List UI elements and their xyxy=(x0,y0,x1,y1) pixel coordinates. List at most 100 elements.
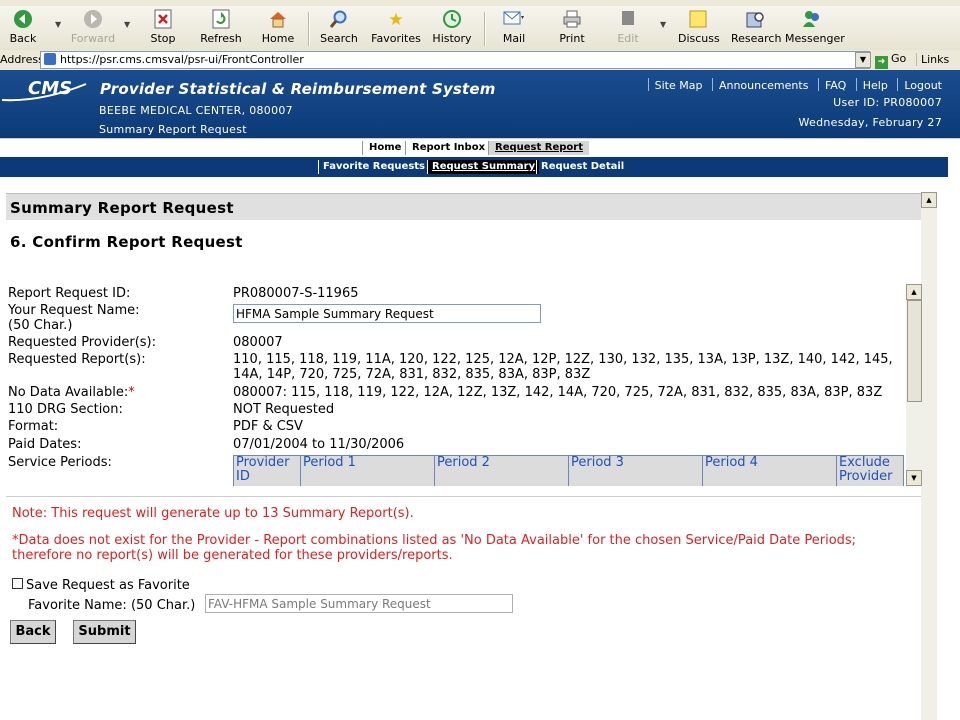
toolbar-separator xyxy=(484,12,486,46)
nav-favorite-requests[interactable]: Favorite Requests xyxy=(318,160,429,174)
chevron-down-icon[interactable]: ▼ xyxy=(660,20,666,29)
format-label: Format: xyxy=(8,419,59,434)
stop-icon xyxy=(152,9,174,31)
required-marker: * xyxy=(128,385,135,400)
save-favorite-label: Save Request as Favorite xyxy=(26,578,190,593)
save-favorite-checkbox[interactable]: Save Request as Favorite xyxy=(12,578,190,593)
scroll-up-button[interactable]: ▲ xyxy=(921,192,937,208)
nav-home[interactable]: Home xyxy=(362,141,407,155)
back-arrow-icon xyxy=(12,9,34,31)
go-label: Go xyxy=(891,52,907,65)
panel-scrollbar[interactable]: ▲ ▼ xyxy=(906,284,922,486)
toolbar-label: Favorites xyxy=(371,32,421,45)
col-period-4: Period 4 xyxy=(702,455,837,486)
col-period-2: Period 2 xyxy=(434,455,569,486)
toolbar-label: Research xyxy=(731,32,782,45)
research-button[interactable]: Research xyxy=(731,6,781,50)
service-periods-label: Service Periods: xyxy=(8,455,112,470)
home-button[interactable]: Home xyxy=(258,6,298,50)
request-name-input[interactable] xyxy=(233,304,541,323)
page-subtitle: Summary Report Request xyxy=(99,123,247,136)
messenger-icon xyxy=(801,9,823,31)
checkbox-box[interactable] xyxy=(12,578,23,589)
refresh-button[interactable]: Refresh xyxy=(198,6,244,50)
search-button[interactable]: Search xyxy=(318,6,360,50)
providers-label: Requested Provider(s): xyxy=(8,335,157,350)
toolbar-label: Stop xyxy=(150,32,176,45)
request-id-value: PR080007-S-11965 xyxy=(233,286,359,301)
no-data-note: *Data does not exist for the Provider - … xyxy=(12,533,912,563)
col-period-3: Period 3 xyxy=(568,455,703,486)
request-summary-panel[interactable]: Report Request ID: PR080007-S-11965 Your… xyxy=(6,284,906,486)
favorites-button[interactable]: ★ Favorites xyxy=(370,6,422,50)
forward-button[interactable]: Forward xyxy=(68,6,118,50)
url-input[interactable]: https://psr.cms.cmsval/psr-ui/FrontContr… xyxy=(40,51,870,69)
nav-report-inbox[interactable]: Report Inbox xyxy=(405,141,491,155)
faq-link[interactable]: FAQ xyxy=(825,79,846,92)
help-link[interactable]: Help xyxy=(863,79,888,92)
favorite-name-label: Favorite Name: (50 Char.) xyxy=(28,598,196,613)
divider xyxy=(6,496,921,497)
printer-icon xyxy=(561,9,583,31)
request-name-hint: (50 Char.) xyxy=(8,318,73,333)
logo-text: CMS xyxy=(28,78,72,99)
step-title: 6. Confirm Report Request xyxy=(10,233,243,251)
messenger-button[interactable]: Messenger xyxy=(785,6,845,50)
nav-request-report[interactable]: Request Report xyxy=(488,141,589,155)
scroll-up-button[interactable]: ▲ xyxy=(906,284,922,300)
toolbar-label: Back xyxy=(9,32,37,45)
forward-arrow-icon xyxy=(82,9,104,31)
no-data-label: No Data Available:* xyxy=(8,385,135,400)
browser-toolbar: Back ▼ Forward ▼ Stop Refresh Home Searc… xyxy=(0,6,960,51)
site-map-link[interactable]: Site Map xyxy=(655,79,703,92)
search-icon xyxy=(328,9,350,31)
logout-link[interactable]: Logout xyxy=(904,79,942,92)
top-links: Site Map Announcements FAQ Help Logout xyxy=(642,78,942,92)
mail-button[interactable]: Mail xyxy=(496,6,532,50)
toolbar-label: Messenger xyxy=(785,32,845,45)
no-data-value: 080007: 115, 118, 119, 122, 12A, 12Z, 13… xyxy=(233,385,883,400)
no-data-note-line2: therefore no report(s) will be generated… xyxy=(12,548,453,563)
request-id-label: Report Request ID: xyxy=(8,286,131,301)
toolbar-label: Print xyxy=(559,32,585,45)
format-value: PDF & CSV xyxy=(233,419,303,434)
provider-name: BEEBE MEDICAL CENTER, 080007 xyxy=(99,104,293,117)
toolbar-label: History xyxy=(432,32,472,45)
section-title: Summary Report Request xyxy=(10,199,234,217)
discuss-button[interactable]: Discuss xyxy=(678,6,720,50)
announcements-link[interactable]: Announcements xyxy=(719,79,808,92)
mail-icon xyxy=(503,9,525,31)
refresh-icon xyxy=(210,9,232,31)
no-data-label-text: No Data Available: xyxy=(8,385,129,400)
chevron-down-icon[interactable]: ▼ xyxy=(124,20,130,29)
nav-request-detail[interactable]: Request Detail xyxy=(536,160,628,174)
toolbar-label: Refresh xyxy=(200,32,242,45)
history-button[interactable]: History xyxy=(430,6,474,50)
stop-button[interactable]: Stop xyxy=(144,6,182,50)
table-header-row: Provider ID Period 1 Period 2 Period 3 P… xyxy=(233,455,904,486)
back-form-button[interactable]: Back xyxy=(10,620,56,644)
print-button[interactable]: Print xyxy=(552,6,592,50)
providers-value: 080007 xyxy=(233,335,283,350)
go-button[interactable]: ➜ Go xyxy=(875,52,906,69)
chevron-down-icon[interactable]: ▼ xyxy=(855,52,871,68)
favorite-name-input[interactable] xyxy=(205,594,513,613)
submit-button[interactable]: Submit xyxy=(73,620,136,644)
scroll-thumb[interactable] xyxy=(907,300,922,402)
drg-label: 110 DRG Section: xyxy=(8,402,123,417)
chevron-down-icon[interactable]: ▼ xyxy=(55,20,61,29)
links-button[interactable]: Links xyxy=(916,53,949,66)
toolbar-label: Discuss xyxy=(678,32,720,45)
scroll-down-button[interactable]: ▼ xyxy=(906,470,922,486)
edit-icon xyxy=(617,9,639,31)
link-separator xyxy=(647,78,649,91)
discuss-icon xyxy=(687,9,709,31)
secondary-nav: Favorite Requests Request Summary Reques… xyxy=(0,157,948,177)
edit-button[interactable]: Edit xyxy=(610,6,646,50)
page-scrollbar[interactable]: ▲ xyxy=(921,192,937,720)
nav-request-summary[interactable]: Request Summary xyxy=(427,160,540,174)
back-button[interactable]: Back xyxy=(4,6,42,50)
col-provider-id: Provider ID xyxy=(233,455,301,486)
go-arrow-icon: ➜ xyxy=(875,56,888,69)
no-data-note-line1: *Data does not exist for the Provider - … xyxy=(12,533,857,548)
